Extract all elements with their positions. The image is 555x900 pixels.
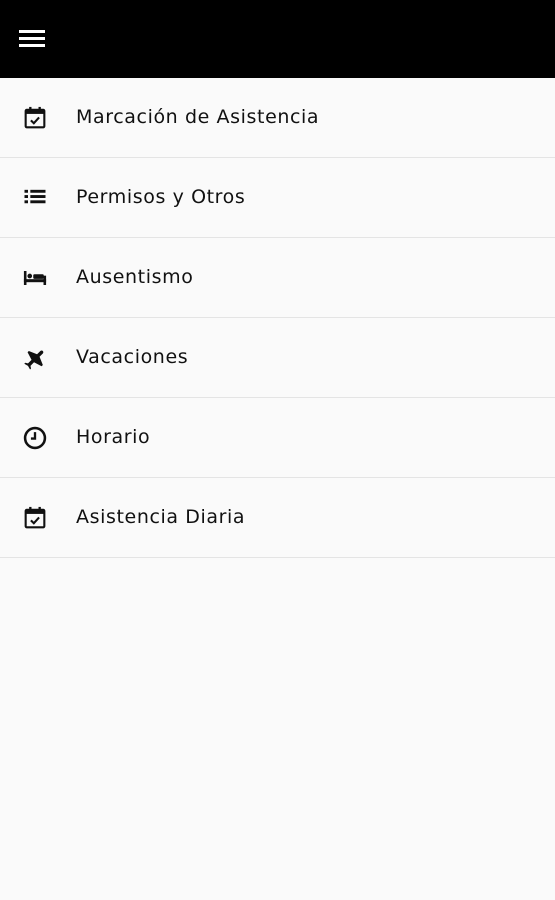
menu-item-asistencia-diaria[interactable]: Asistencia Diaria (0, 478, 555, 558)
menu-item-label: Permisos y Otros (76, 186, 246, 208)
calendar-check-icon (21, 104, 49, 132)
airplane-icon (21, 344, 49, 372)
hamburger-menu-icon[interactable] (18, 27, 46, 51)
menu-item-label: Marcación de Asistencia (76, 106, 320, 128)
menu-item-label: Ausentismo (76, 266, 194, 288)
navigation-menu: Marcación de Asistencia Permisos y Otros (0, 78, 555, 558)
menu-item-ausentismo[interactable]: Ausentismo (0, 238, 555, 318)
menu-item-label: Asistencia Diaria (76, 506, 246, 528)
clock-icon (21, 424, 49, 452)
app-bar (0, 0, 555, 78)
menu-item-label: Vacaciones (76, 346, 189, 368)
menu-item-vacaciones[interactable]: Vacaciones (0, 318, 555, 398)
menu-item-horario[interactable]: Horario (0, 398, 555, 478)
list-icon (21, 184, 49, 212)
bed-icon (21, 264, 49, 292)
calendar-check-icon (21, 504, 49, 532)
menu-item-label: Horario (76, 426, 151, 448)
menu-item-marcacion-de-asistencia[interactable]: Marcación de Asistencia (0, 78, 555, 158)
menu-item-permisos-y-otros[interactable]: Permisos y Otros (0, 158, 555, 238)
